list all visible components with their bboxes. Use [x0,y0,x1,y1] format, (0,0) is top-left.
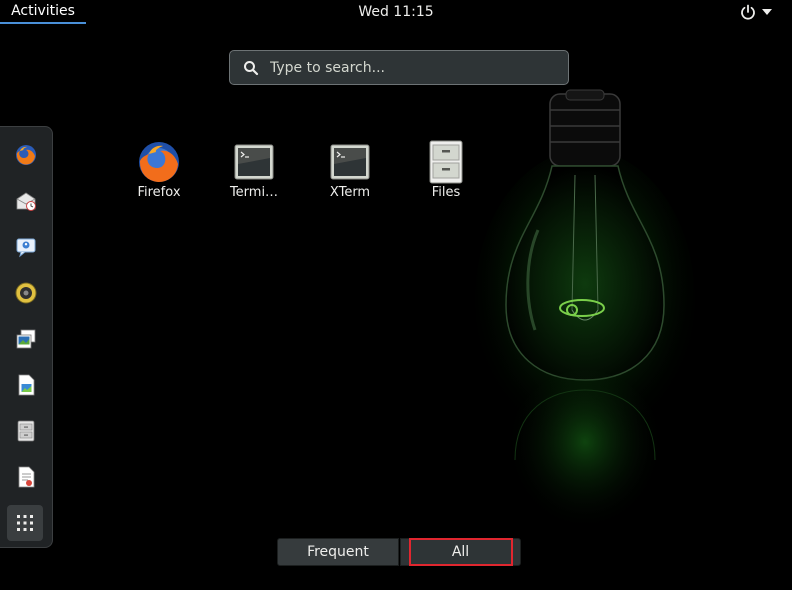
terminal-icon [234,144,274,180]
app-firefox[interactable]: Firefox [117,140,201,204]
terminal-icon [330,144,370,180]
dash-item-chat[interactable] [8,229,44,265]
firefox-icon [16,145,36,165]
frequent-button[interactable]: Frequent [277,538,399,566]
photos-icon [16,329,36,349]
clock[interactable]: Wed 11:15 [358,4,433,20]
app-label: Files [431,185,461,200]
document-image-icon [18,374,35,396]
search-entry[interactable] [229,50,569,85]
all-button[interactable]: All [400,538,521,566]
activities-button[interactable]: Activities [0,0,86,24]
show-applications-button[interactable] [7,505,43,541]
app-terminal[interactable]: Termi… [212,140,296,204]
app-label: XTerm [329,185,371,200]
office-document-icon [18,466,35,488]
mail-clock-icon [16,192,36,211]
dash-item-office[interactable] [8,459,44,495]
search-input[interactable] [270,51,560,84]
speaker-icon [15,282,37,304]
wallpaper-bulb [475,89,695,550]
view-switcher: Frequent All [277,538,521,566]
system-menu[interactable] [740,0,792,24]
dash-item-photos[interactable] [8,321,44,357]
dash-item-document[interactable] [8,367,44,403]
dash [0,126,53,548]
power-icon [741,4,755,20]
file-cabinet-icon [17,420,35,442]
clock-container: Wed 11:15 [0,0,792,24]
app-files[interactable]: Files [404,140,488,204]
app-label: Firefox [137,185,181,200]
top-bar: Activities Wed 11:15 [0,0,792,24]
dash-item-file-cabinet[interactable] [8,413,44,449]
search-icon [244,61,259,76]
grid-icon [17,515,33,531]
dash-item-music[interactable] [8,275,44,311]
firefox-icon [139,142,179,183]
app-xterm[interactable]: XTerm [308,140,392,204]
all-label: All [451,544,470,560]
chat-icon [16,238,36,258]
dash-item-mail[interactable] [8,183,44,219]
app-label: Termi… [229,185,279,200]
file-cabinet-icon [429,140,463,184]
caret-down-icon [762,9,772,15]
dash-item-firefox[interactable] [8,137,44,173]
